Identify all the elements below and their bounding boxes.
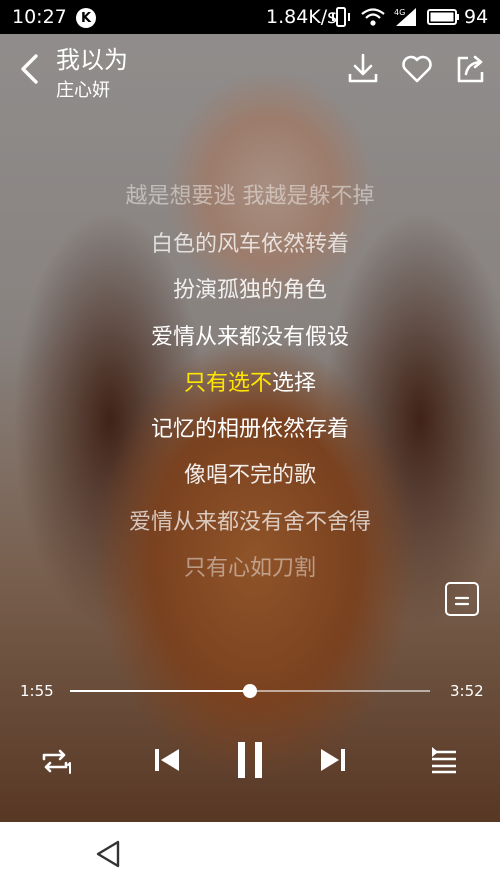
share-icon[interactable] [454, 52, 488, 86]
total-time: 3:52 [450, 682, 484, 700]
current-time: 1:55 [20, 682, 54, 700]
current-lyric-sung: 只有选不 [183, 371, 272, 396]
artist-name: 庄心妍 [56, 80, 110, 101]
lyric-line: 爱情从来都没有假设 [150, 325, 349, 350]
system-navigation-bar [0, 822, 500, 889]
battery-icon [427, 9, 459, 25]
back-arrow-icon[interactable] [14, 52, 48, 86]
lyric-line: 白色的风车依然转着 [150, 232, 349, 257]
progress-slider[interactable] [70, 684, 430, 698]
lyrics-toggle-button[interactable] [445, 582, 479, 616]
repeat-one-icon[interactable] [40, 746, 74, 776]
progress-handle[interactable] [243, 684, 257, 698]
status-bar: 10:27 K 1.84K/s 4G 94 [0, 0, 500, 34]
lyric-line: 像唱不完的歌 [183, 463, 316, 488]
next-track-icon[interactable] [316, 743, 350, 777]
playlist-icon[interactable] [428, 744, 460, 776]
current-lyric-line: 只有选不选择 [0, 365, 500, 397]
download-icon[interactable] [346, 52, 380, 86]
pause-icon[interactable] [230, 738, 270, 782]
previous-track-icon[interactable] [150, 743, 184, 777]
battery-level: 94 [464, 6, 489, 28]
lyric-line: 只有心如刀割 [183, 556, 316, 581]
lyric-line: 越是想要逃 我越是躲不掉 [125, 184, 375, 209]
favorite-heart-icon[interactable] [400, 52, 434, 86]
progress-fill [70, 690, 250, 692]
system-back-icon[interactable] [92, 837, 126, 871]
lyric-line: 扮演孤独的角色 [172, 278, 327, 303]
wifi-icon [361, 8, 385, 26]
song-title: 我以为 [56, 46, 128, 74]
signal-4g-icon: 4G [394, 8, 416, 26]
lyric-line: 记忆的相册依然存着 [150, 417, 349, 442]
svg-text:4G: 4G [394, 8, 405, 17]
current-lyric-rest: 选择 [272, 371, 317, 396]
vibrate-icon [332, 7, 350, 27]
network-speed: 1.84K/s [266, 6, 338, 28]
lyric-line: 爱情从来都没有舍不舍得 [128, 510, 371, 535]
k-app-icon: K [76, 8, 96, 28]
status-time: 10:27 [12, 6, 67, 28]
lyrics-icon [454, 596, 470, 606]
